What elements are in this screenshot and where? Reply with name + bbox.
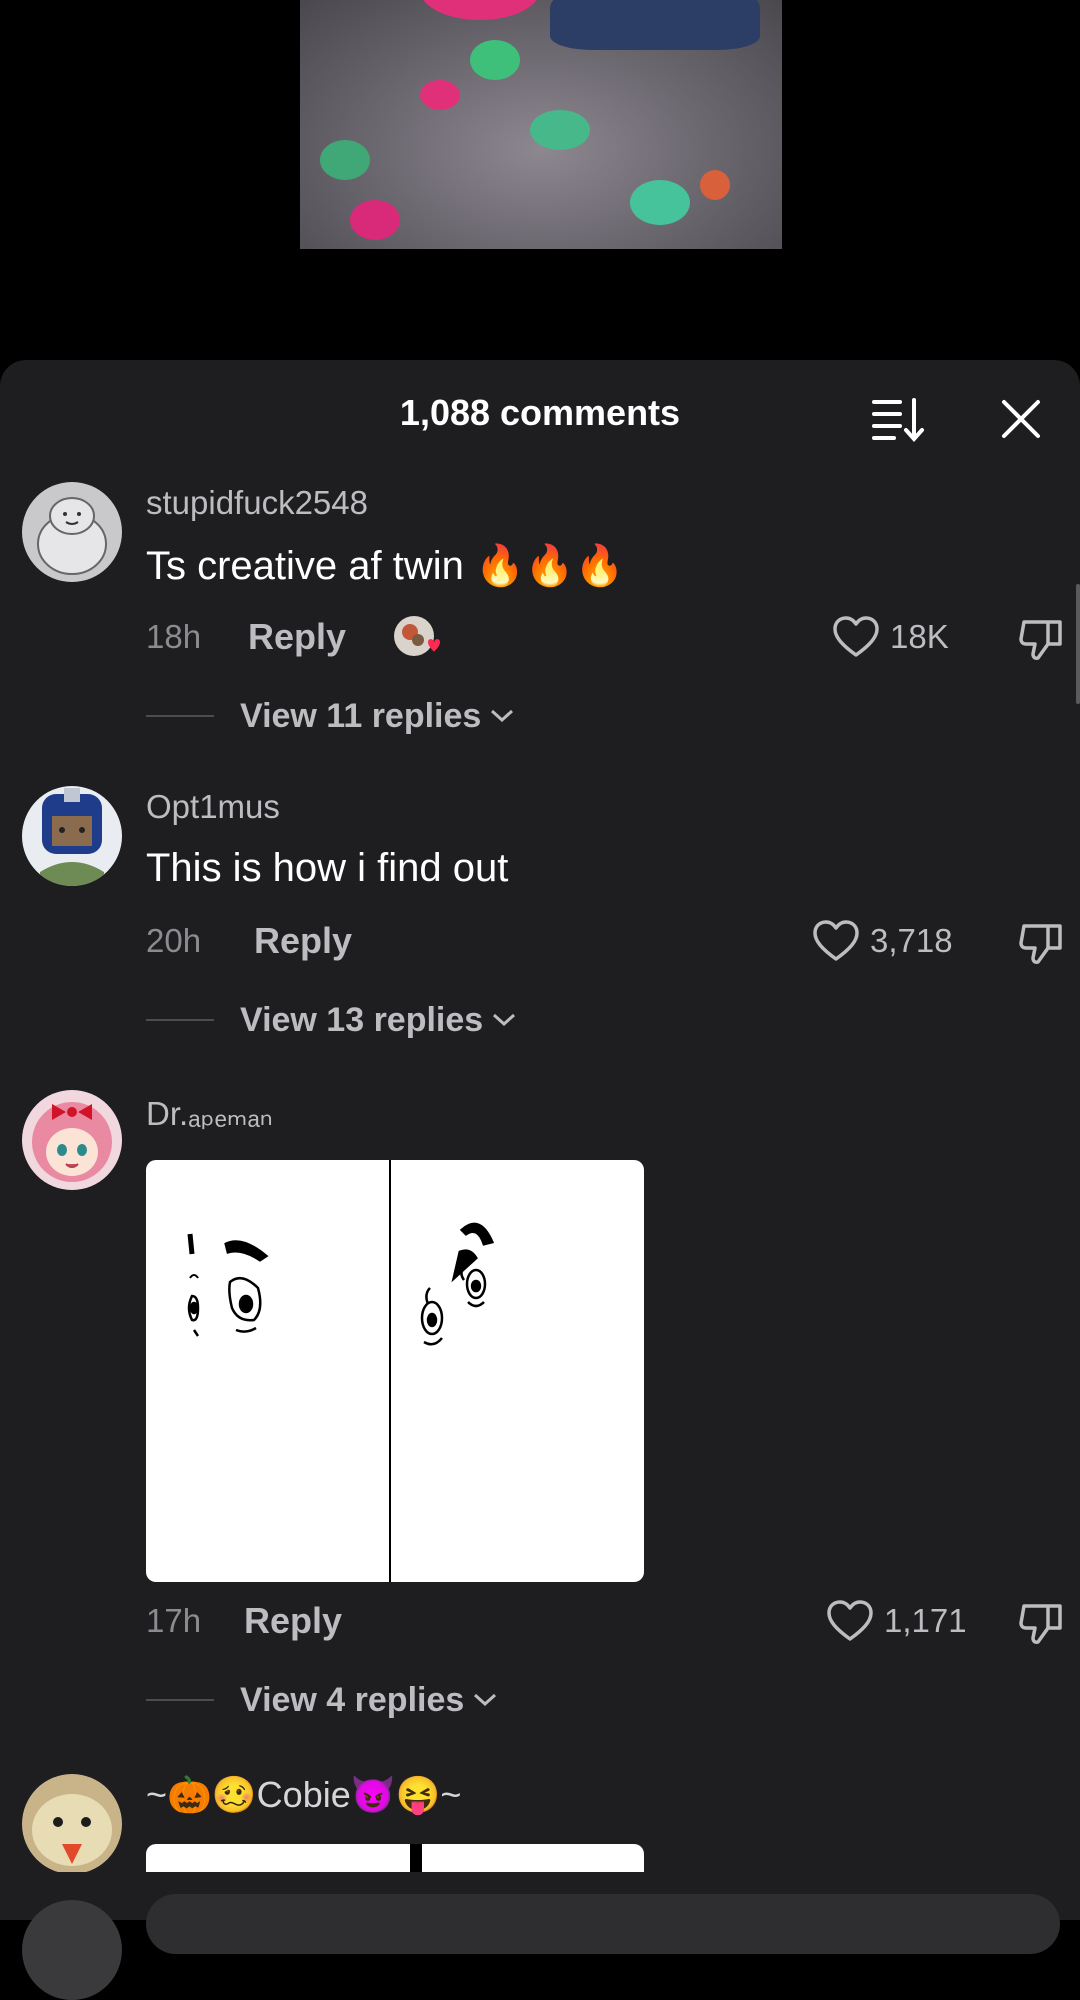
- dislike-icon[interactable]: [1018, 616, 1066, 662]
- dislike-icon[interactable]: [1018, 920, 1066, 966]
- dislike-icon[interactable]: [1018, 1600, 1066, 1646]
- comment-time: 20h: [146, 922, 202, 959]
- reply-button[interactable]: Reply: [244, 1600, 342, 1642]
- heart-icon: [813, 920, 859, 961]
- divider: [146, 1019, 214, 1021]
- sort-icon[interactable]: [870, 394, 926, 444]
- view-replies-label: View 11 replies: [240, 696, 482, 735]
- comment-username[interactable]: stupidfuck2548: [146, 484, 368, 522]
- view-replies-label: View 4 replies: [240, 1680, 465, 1719]
- reply-button[interactable]: Reply: [254, 920, 352, 962]
- comment-image-attachment[interactable]: [146, 1844, 644, 1872]
- comment-item: ~🎃🥴Cobie😈😝~: [0, 1772, 1080, 1872]
- avatar[interactable]: [22, 482, 122, 582]
- reply-button[interactable]: Reply: [248, 616, 346, 658]
- heart-icon: [833, 616, 879, 657]
- avatar[interactable]: [22, 1774, 122, 1872]
- avatar[interactable]: [22, 786, 122, 886]
- creator-liked-badge: [392, 614, 442, 660]
- divider: [146, 1699, 214, 1701]
- like-button[interactable]: 3,718: [812, 916, 953, 966]
- chevron-down-icon: [493, 1013, 516, 1027]
- video-thumbnail[interactable]: [300, 0, 782, 249]
- comment-actions: 17h Reply 1,171: [146, 1596, 1066, 1646]
- comment-item: Dr.ₐₚₑₘₐₙ 17h Reply 1,171 View 4 replies: [0, 1088, 1080, 1719]
- like-count: 18K: [890, 618, 949, 655]
- heart-icon: [827, 1600, 873, 1641]
- chevron-down-icon: [491, 709, 514, 723]
- scrollbar[interactable]: [1076, 584, 1080, 704]
- view-replies-button[interactable]: View 13 replies: [146, 998, 517, 1042]
- comment-username[interactable]: Dr.ₐₚₑₘₐₙ: [146, 1094, 273, 1133]
- comment-username[interactable]: ~🎃🥴Cobie😈😝~: [146, 1774, 461, 1816]
- comment-username[interactable]: Opt1mus: [146, 788, 280, 826]
- comments-header: 1,088 comments: [0, 360, 1080, 470]
- avatar[interactable]: [22, 1090, 122, 1190]
- view-replies-button[interactable]: View 11 replies: [146, 694, 515, 738]
- view-replies-label: View 13 replies: [240, 1000, 484, 1039]
- close-icon[interactable]: [996, 394, 1046, 444]
- comment-actions: 18h Reply 18K: [146, 612, 1066, 662]
- comment-time: 18h: [146, 618, 202, 655]
- like-count: 1,171: [884, 1602, 967, 1639]
- like-button[interactable]: 18K: [832, 612, 949, 662]
- divider: [146, 715, 214, 717]
- like-button[interactable]: 1,171: [826, 1596, 967, 1646]
- comment-actions: 20h Reply 3,718: [146, 916, 1066, 966]
- comment-image-attachment[interactable]: [146, 1160, 644, 1582]
- comment-text: This is how i find out: [146, 846, 509, 890]
- view-replies-button[interactable]: View 4 replies: [146, 1678, 498, 1722]
- comment-text: Ts creative af twin 🔥🔥🔥: [146, 544, 625, 588]
- chevron-down-icon: [474, 1693, 497, 1707]
- comment-time: 17h: [146, 1602, 202, 1639]
- comment-input[interactable]: [146, 1894, 1060, 1954]
- like-count: 3,718: [870, 922, 953, 959]
- current-user-avatar: [22, 1900, 122, 2000]
